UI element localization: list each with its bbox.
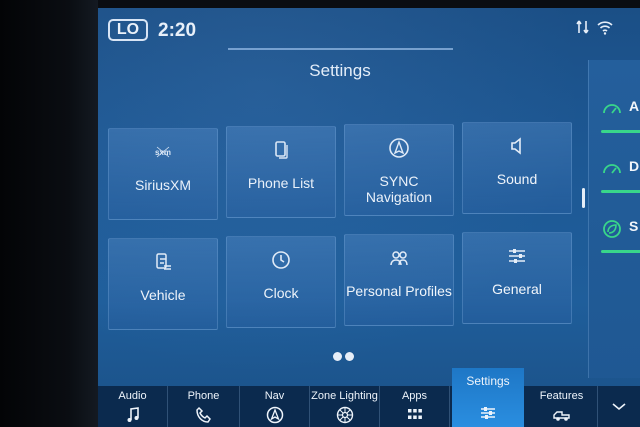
tile-general[interactable]: General: [462, 232, 572, 324]
nav-apps[interactable]: Apps: [380, 386, 450, 427]
gauge-icon: [601, 158, 623, 180]
clock-icon: [227, 249, 335, 273]
side-item-label: D: [629, 158, 640, 174]
side-item-bar: [601, 190, 640, 193]
nav-phone[interactable]: Phone: [168, 386, 240, 427]
tile-label: SiriusXM: [134, 177, 191, 193]
profiles-icon: [345, 247, 453, 271]
status-bar: LO 2:20: [98, 8, 640, 48]
side-item-label: A: [629, 98, 640, 114]
page-title: Settings: [309, 61, 371, 80]
temperature-chip[interactable]: LO: [108, 19, 148, 41]
settings-grid: sxm SiriusXM Phone List SYNC Navigation …: [108, 122, 580, 330]
signal-icon: [574, 18, 592, 36]
side-panel: A D S: [588, 60, 640, 378]
page-dot-2[interactable]: [345, 352, 354, 361]
nav-navigation[interactable]: Nav: [240, 386, 310, 427]
nav-label: Apps: [401, 390, 428, 402]
nav-zone-lighting[interactable]: Zone Lighting: [310, 386, 380, 427]
phone-icon: [168, 406, 239, 424]
nav-label: Phone: [187, 390, 220, 402]
gauge-icon: [601, 98, 623, 120]
sliders-icon: [463, 245, 571, 269]
navigation-icon: [240, 406, 309, 424]
tile-label: General: [492, 281, 542, 297]
music-note-icon: [98, 406, 167, 424]
bezel-left: [0, 0, 98, 427]
chevron-down-icon: [598, 398, 640, 416]
nav-features[interactable]: Features: [526, 386, 598, 427]
phone-list-icon: [227, 139, 335, 163]
nav-label: Features: [539, 390, 584, 402]
nav-more[interactable]: [598, 386, 640, 427]
tile-sound[interactable]: Sound: [462, 122, 572, 214]
side-item-1[interactable]: A: [597, 90, 640, 140]
side-item-bar: [601, 130, 640, 133]
page-dot-1[interactable]: [333, 352, 342, 361]
title-divider: [228, 48, 453, 50]
scrollbar-thumb[interactable]: [582, 188, 585, 208]
tile-label: Phone List: [247, 175, 315, 191]
tile-label: Clock: [263, 285, 299, 301]
tile-label: Sound: [496, 171, 538, 187]
side-item-3[interactable]: S: [597, 210, 640, 260]
tile-siriusxm[interactable]: sxm SiriusXM: [108, 128, 218, 220]
side-item-2[interactable]: D: [597, 150, 640, 200]
tile-label: Vehicle: [140, 287, 186, 303]
sliders-icon: [452, 404, 524, 422]
apps-grid-icon: [380, 406, 449, 424]
tile-vehicle[interactable]: Vehicle: [108, 238, 218, 330]
side-item-label: S: [629, 218, 639, 234]
leaf-icon: [601, 218, 623, 240]
side-item-bar: [601, 250, 640, 253]
tile-sync-navigation[interactable]: SYNC Navigation: [344, 124, 454, 216]
nav-label: Zone Lighting: [311, 390, 378, 402]
tile-personal-profiles[interactable]: Personal Profiles: [344, 234, 454, 326]
truck-icon: [526, 406, 597, 424]
nav-label: Settings: [466, 374, 510, 388]
siriusxm-icon: sxm: [109, 141, 217, 165]
page-indicator[interactable]: [333, 352, 363, 362]
speaker-icon: [463, 135, 571, 159]
nav-label: Audio: [118, 390, 147, 402]
bottom-nav-bar: Audio Phone Nav Zone Lighting Apps Setti…: [98, 368, 640, 427]
nav-settings[interactable]: Settings: [452, 368, 524, 427]
clock-time: 2:20: [158, 20, 197, 41]
nav-audio[interactable]: Audio: [98, 386, 168, 427]
infotainment-screen: LO 2:20 Settings sxm SiriusXM Phone List: [98, 8, 640, 427]
wifi-icon: [596, 18, 614, 36]
tile-label: SYNC Navigation: [365, 173, 433, 205]
navigation-icon: [345, 137, 453, 161]
zone-lighting-icon: [310, 406, 379, 424]
tile-phone-list[interactable]: Phone List: [226, 126, 336, 218]
nav-label: Nav: [264, 390, 285, 402]
tile-clock[interactable]: Clock: [226, 236, 336, 328]
vehicle-settings-icon: [109, 251, 217, 275]
tile-label: Personal Profiles: [346, 283, 452, 299]
